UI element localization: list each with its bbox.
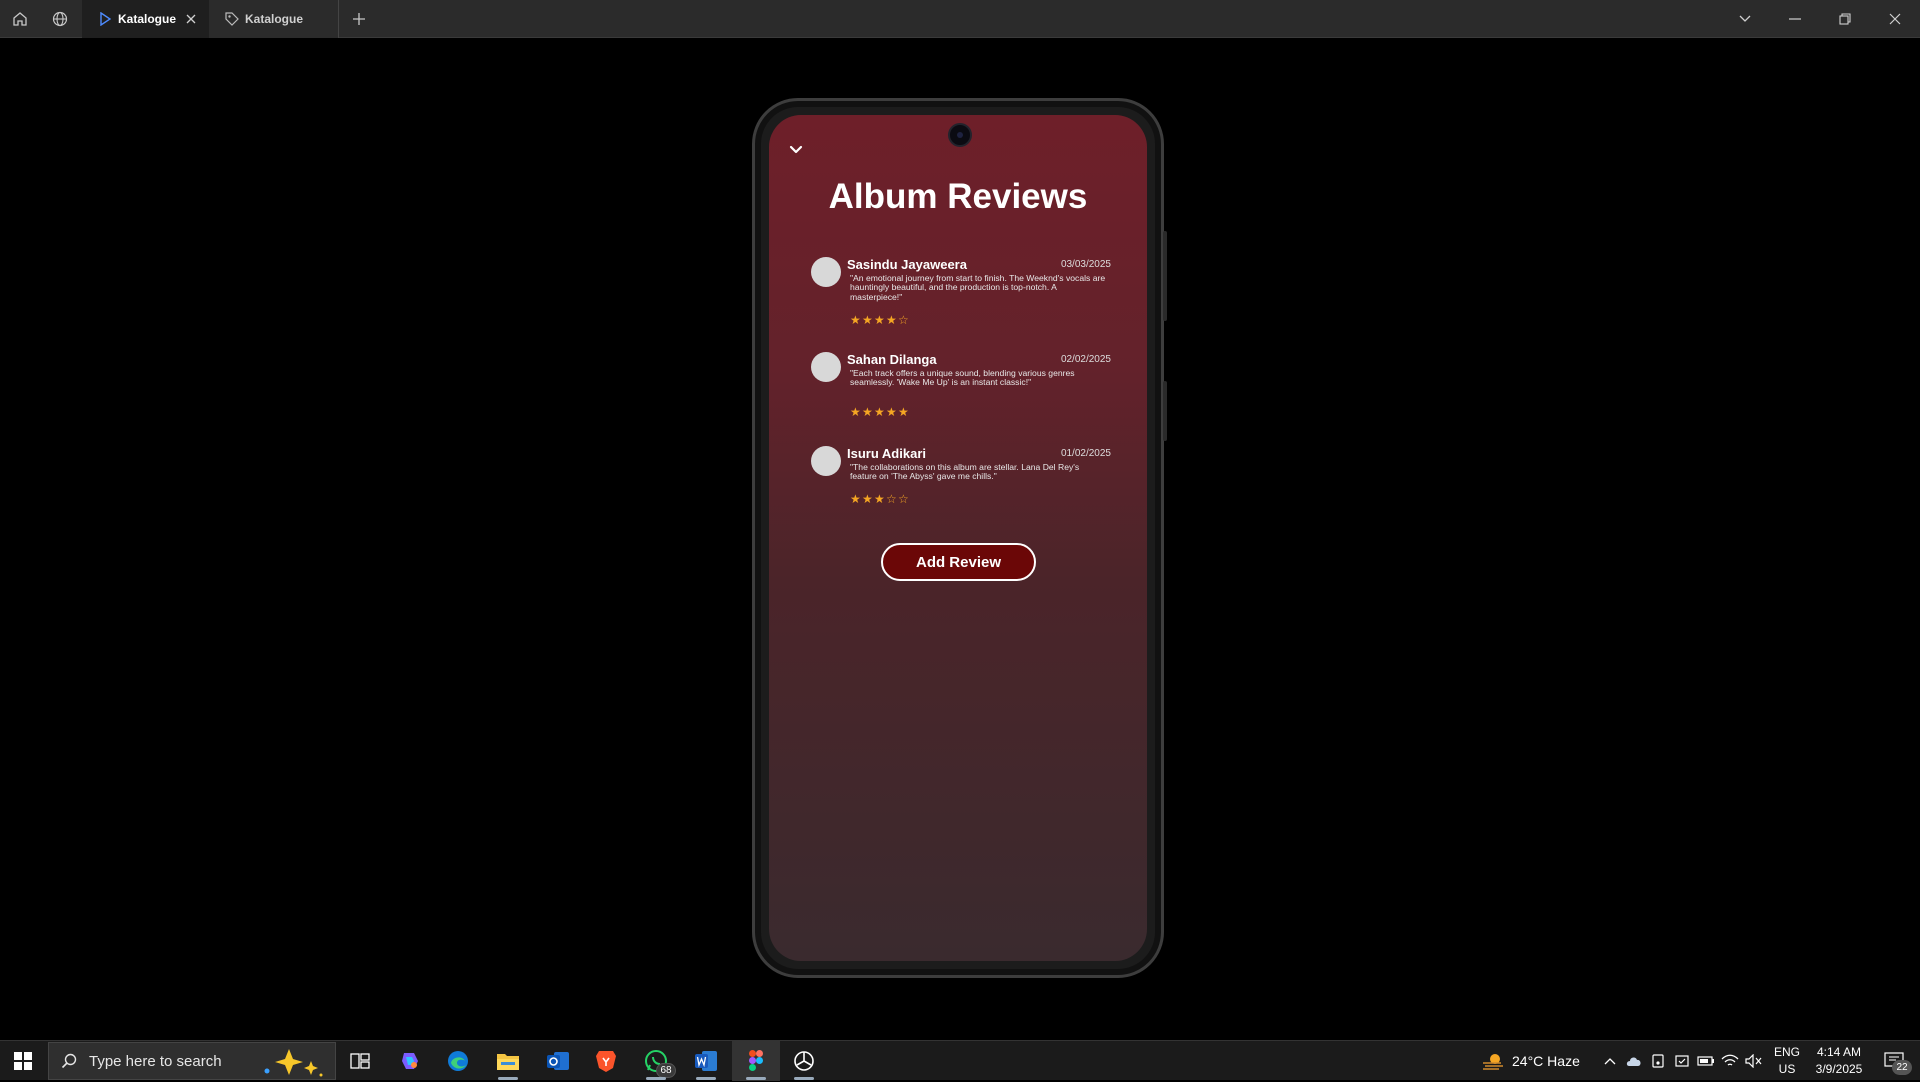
- star-filled-icon: ★: [850, 405, 862, 419]
- weather-icon[interactable]: [1480, 1051, 1506, 1071]
- star-filled-icon: ★: [862, 492, 874, 506]
- review-text: "An emotional journey from start to fini…: [850, 273, 1106, 302]
- review-item: Isuru Adikari 01/02/2025 "The collaborat…: [811, 446, 1111, 510]
- avatar[interactable]: [811, 446, 841, 476]
- lang-code: ENG: [1773, 1045, 1800, 1059]
- home-icon[interactable]: [0, 0, 40, 38]
- star-filled-icon: ★: [886, 405, 898, 419]
- copilot-icon[interactable]: [386, 1041, 434, 1081]
- clock-time: 4:14 AM: [1816, 1045, 1862, 1059]
- phone-frame: Album Reviews Sasindu Jayaweera 03/03/20…: [752, 98, 1167, 978]
- review-text: "The collaborations on this album are st…: [850, 462, 1080, 482]
- whatsapp-icon[interactable]: 68: [632, 1041, 680, 1081]
- star-filled-icon: ★: [874, 405, 886, 419]
- chevron-down-icon[interactable]: [785, 139, 807, 161]
- sparkle-icon: [259, 1047, 325, 1077]
- security-icon[interactable]: [1672, 1051, 1692, 1071]
- figma-icon[interactable]: [732, 1041, 780, 1081]
- review-date: 01/02/2025: [1060, 448, 1111, 459]
- star-filled-icon: ★: [874, 313, 886, 327]
- unread-badge: 68: [656, 1063, 676, 1078]
- star-empty-icon: ☆: [886, 492, 898, 506]
- star-rating: ★ ★ ★ ★ ★: [850, 405, 909, 419]
- search-icon: [49, 1042, 89, 1080]
- device-icon[interactable]: [1648, 1051, 1668, 1071]
- region-code: US: [1778, 1062, 1796, 1076]
- windows-start-icon[interactable]: [0, 1041, 46, 1081]
- new-tab-icon[interactable]: [339, 0, 379, 38]
- star-filled-icon: ★: [850, 492, 862, 506]
- star-filled-icon: ★: [898, 405, 910, 419]
- star-filled-icon: ★: [874, 492, 886, 506]
- star-empty-icon: ☆: [898, 313, 910, 327]
- notifications-icon[interactable]: 22: [1880, 1051, 1912, 1075]
- tab-label: Katalogue: [118, 12, 177, 26]
- windows-taskbar: Type here to search 68 24°C Haze ENG US …: [0, 1040, 1920, 1081]
- star-filled-icon: ★: [850, 313, 862, 327]
- task-view-icon[interactable]: [336, 1041, 384, 1081]
- star-filled-icon: ★: [886, 313, 898, 327]
- chevron-down-icon[interactable]: [1720, 0, 1770, 38]
- chatgpt-icon[interactable]: [780, 1041, 828, 1081]
- clock-date: 3/9/2025: [1815, 1062, 1863, 1076]
- phone-screen: Album Reviews Sasindu Jayaweera 03/03/20…: [769, 115, 1147, 961]
- tag-icon: [219, 0, 245, 38]
- star-empty-icon: ☆: [898, 492, 910, 506]
- front-camera: [948, 123, 972, 147]
- power-button: [1163, 381, 1167, 441]
- star-filled-icon: ★: [862, 313, 874, 327]
- star-rating: ★ ★ ★ ★ ☆: [850, 313, 909, 327]
- edge-icon[interactable]: [434, 1041, 482, 1081]
- browser-titlebar: Katalogue Katalogue: [0, 0, 1920, 38]
- review-item: Sasindu Jayaweera 03/03/2025 "An emotion…: [811, 257, 1111, 331]
- play-icon: [92, 0, 118, 38]
- chevron-up-icon[interactable]: [1600, 1051, 1620, 1071]
- tab-katalogue[interactable]: Katalogue: [209, 0, 339, 38]
- clock[interactable]: 4:14 AM 3/9/2025: [1808, 1045, 1870, 1076]
- notification-count: 22: [1892, 1060, 1912, 1075]
- reviewer-name: Isuru Adikari: [847, 446, 926, 461]
- globe-icon[interactable]: [40, 0, 80, 38]
- tab-label: Katalogue: [245, 12, 304, 26]
- star-rating: ★ ★ ★ ☆ ☆: [850, 492, 909, 506]
- review-date: 03/03/2025: [1060, 259, 1111, 270]
- restore-icon[interactable]: [1820, 0, 1870, 38]
- review-item: Sahan Dilanga 02/02/2025 "Each track off…: [811, 352, 1111, 422]
- onedrive-icon[interactable]: [1624, 1051, 1644, 1071]
- wifi-icon[interactable]: [1720, 1051, 1740, 1071]
- reviewer-name: Sahan Dilanga: [847, 352, 937, 367]
- word-icon[interactable]: [682, 1041, 730, 1081]
- outlook-icon[interactable]: [534, 1041, 582, 1081]
- close-window-icon[interactable]: [1870, 0, 1920, 38]
- minimize-icon[interactable]: [1770, 0, 1820, 38]
- review-date: 02/02/2025: [1060, 354, 1111, 365]
- add-review-button[interactable]: Add Review: [881, 543, 1036, 581]
- battery-icon[interactable]: [1696, 1051, 1716, 1071]
- language-indicator[interactable]: ENG US: [1772, 1045, 1802, 1076]
- page-title: Album Reviews: [828, 177, 1088, 216]
- brave-icon[interactable]: [582, 1041, 630, 1081]
- volume-button: [1163, 231, 1167, 321]
- tab-katalogue-active[interactable]: Katalogue: [82, 0, 209, 38]
- reviewer-name: Sasindu Jayaweera: [847, 257, 967, 272]
- avatar[interactable]: [811, 257, 841, 287]
- file-explorer-icon[interactable]: [484, 1041, 532, 1081]
- weather-text[interactable]: 24°C Haze: [1512, 1053, 1580, 1069]
- volume-muted-icon[interactable]: [1744, 1051, 1764, 1071]
- search-placeholder: Type here to search: [89, 1052, 222, 1070]
- review-text: "Each track offers a unique sound, blend…: [850, 368, 1075, 388]
- close-icon[interactable]: [183, 11, 199, 27]
- star-filled-icon: ★: [862, 405, 874, 419]
- taskbar-search[interactable]: Type here to search: [48, 1042, 336, 1080]
- avatar[interactable]: [811, 352, 841, 382]
